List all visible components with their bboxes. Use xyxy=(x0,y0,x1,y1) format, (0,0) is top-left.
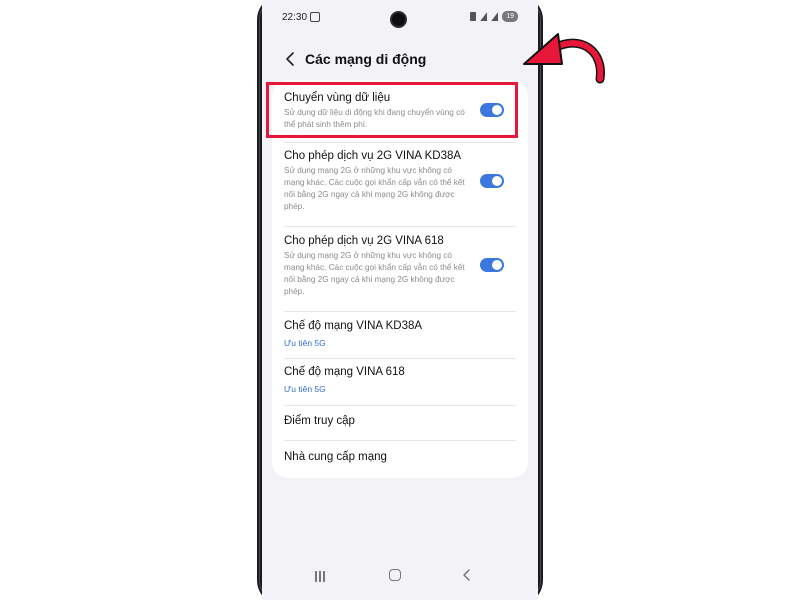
settings-card: Chuyển vùng dữ liệu Sử dụng dữ liệu di đ… xyxy=(272,80,528,478)
allow-2g-618-toggle[interactable] xyxy=(480,258,504,272)
setting-title: Chế độ mạng VINA 618 xyxy=(284,366,405,378)
setting-network-mode-kd38a[interactable]: Chế độ mạng VINA KD38A Ưu tiên 5G xyxy=(272,312,528,358)
status-bar: 22:30 19 xyxy=(262,0,538,34)
setting-title: Cho phép dịch vụ 2G VINA KD38A xyxy=(284,150,462,162)
status-icons: 19 xyxy=(470,11,518,22)
setting-subtitle: Ưu tiên 5G xyxy=(284,338,326,348)
setting-allow-2g-kd38a[interactable]: Cho phép dịch vụ 2G VINA KD38A Sử dụng m… xyxy=(272,143,528,226)
setting-data-roaming[interactable]: Chuyển vùng dữ liệu Sử dụng dữ liệu di đ… xyxy=(272,80,528,142)
setting-network-mode-618[interactable]: Chế độ mạng VINA 618 Ưu tiên 5G xyxy=(272,359,528,405)
signal-icon xyxy=(480,12,488,21)
back-button[interactable] xyxy=(282,50,300,68)
setting-title: Nhà cung cấp mạng xyxy=(284,451,387,463)
setting-access-point[interactable]: Điểm truy cập xyxy=(272,406,528,440)
setting-subtitle: Ưu tiên 5G xyxy=(284,384,326,394)
status-time: 22:30 xyxy=(282,12,308,23)
page-title: Các mạng di động xyxy=(305,51,427,67)
signal-icon-2 xyxy=(491,12,499,21)
nav-back-button[interactable] xyxy=(461,568,473,582)
mute-icon xyxy=(470,12,477,21)
setting-description: Sử dụng mạng 2G ở những khu vực không có… xyxy=(284,166,465,211)
page-header: Các mạng di động xyxy=(262,46,538,72)
screenshot-icon xyxy=(310,12,320,22)
setting-allow-2g-618[interactable]: Cho phép dịch vụ 2G VINA 618 Sử dụng mạn… xyxy=(272,227,528,311)
setting-network-operators[interactable]: Nhà cung cấp mạng xyxy=(272,441,528,478)
chevron-left-icon xyxy=(463,569,470,581)
setting-description: Sử dụng mạng 2G ở những khu vực không có… xyxy=(284,251,465,296)
setting-title: Chế độ mạng VINA KD38A xyxy=(284,320,423,332)
setting-title: Cho phép dịch vụ 2G VINA 618 xyxy=(284,235,444,247)
annotation-arrow-icon xyxy=(523,33,605,84)
setting-title: Điểm truy cập xyxy=(284,415,355,427)
setting-description: Sử dụng dữ liệu di động khi đang chuyển … xyxy=(284,108,465,129)
home-button[interactable] xyxy=(389,569,401,581)
data-roaming-toggle[interactable] xyxy=(480,103,504,117)
phone-screen: 22:30 19 Các mạng di động Chuyển vùng dữ… xyxy=(262,0,538,600)
navigation-bar xyxy=(262,560,538,590)
setting-title: Chuyển vùng dữ liệu xyxy=(284,92,391,104)
recent-apps-button[interactable] xyxy=(315,569,327,582)
front-camera xyxy=(390,11,407,28)
allow-2g-kd38a-toggle[interactable] xyxy=(480,174,504,188)
chevron-left-icon xyxy=(286,52,294,66)
battery-level: 19 xyxy=(502,11,518,22)
